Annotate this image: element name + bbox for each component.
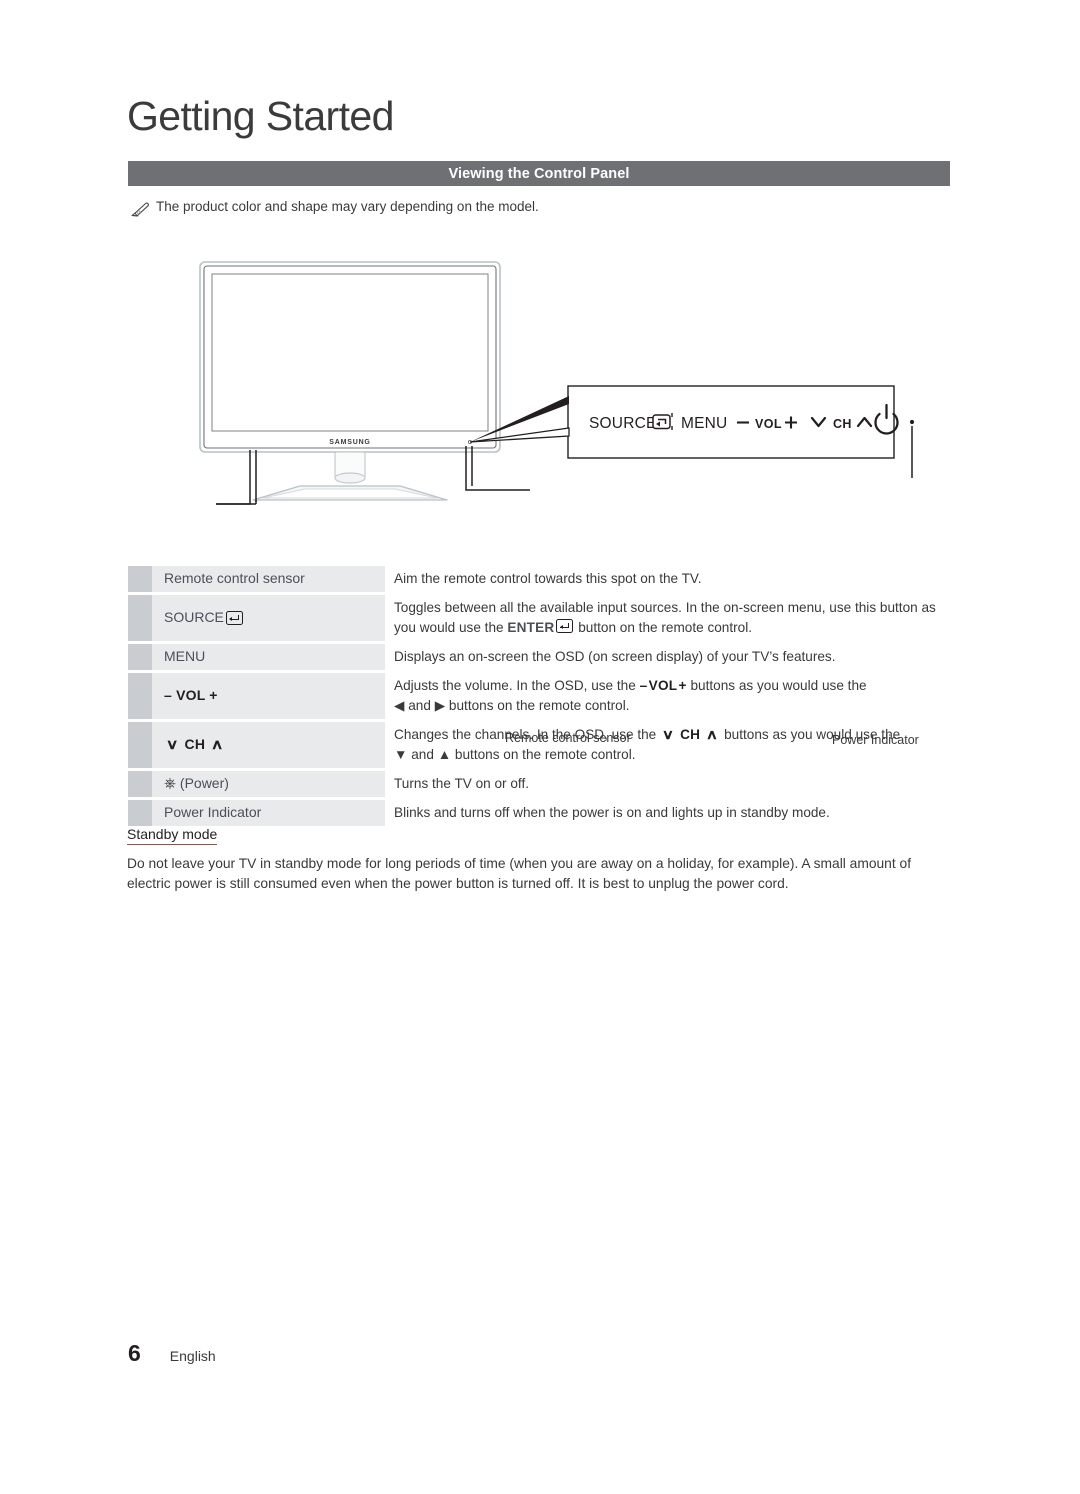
callout-power-indicator-dot — [909, 419, 915, 425]
page-title: Getting Started — [127, 93, 394, 139]
control-label: SOURCE — [152, 595, 385, 641]
row-accent-bar — [128, 566, 152, 592]
control-label: – VOL + — [164, 687, 218, 704]
row-accent-bar — [128, 799, 152, 826]
control-label: ⎈ (Power) — [164, 775, 229, 793]
table-cell-description: Displays an on-screen the OSD (on screen… — [394, 648, 836, 664]
callout-menu-label: MENU — [681, 415, 727, 432]
table-row: SOURCE Toggles between all the available … — [128, 595, 952, 641]
note-row: The product color and shape may vary dep… — [130, 199, 539, 217]
table-cell-control: MENU — [128, 643, 385, 670]
page-number: 6 — [128, 1340, 141, 1366]
control-label: MENU — [164, 648, 206, 665]
standby-mode-body: Do not leave your TV in standby mode for… — [127, 856, 912, 891]
page-footer: 6 English — [128, 1340, 216, 1367]
manual-page: Getting Started Viewing the Control Pane… — [0, 0, 1080, 1494]
footer-language: English — [169, 1348, 216, 1364]
control-panel-spec-table: Remote control sensor Aim the remote cont… — [128, 566, 952, 829]
table-cell-description: Changes the channels. In the OSD, use th… — [394, 726, 901, 762]
table-cell-description: Aim the remote control towards this spot… — [394, 571, 702, 586]
section-header-band: Viewing the Control Panel — [128, 161, 950, 186]
standby-mode-title: Standby mode — [127, 826, 218, 845]
power-icon: ⎈ — [164, 775, 177, 793]
callout-ch-label: CH — [833, 417, 852, 431]
table-row: MENU Displays an on-screen the OSD (on sc… — [128, 643, 952, 670]
table-cell-control: ∨ CH ∧ — [128, 721, 385, 768]
row-accent-bar — [128, 595, 152, 641]
row-accent-bar — [128, 672, 152, 719]
table-cell-description: Toggles between all the available input … — [394, 600, 936, 635]
control-label: Remote control sensor — [164, 570, 305, 587]
table-row: – VOL + Adjusts the volume. In the OSD, u… — [128, 672, 952, 719]
table-row: ∨ CH ∧ Changes the channels. In the OSD, … — [128, 721, 952, 768]
table-row: Power Indicator Blinks and turns off when… — [128, 799, 952, 826]
table-row: ⎈ (Power) Turns the TV on or off. — [128, 770, 952, 797]
row-accent-bar — [128, 643, 152, 670]
table-cell-control: Power Indicator — [128, 799, 385, 826]
row-accent-bar — [128, 721, 152, 768]
control-label: ∨ CH ∧ — [165, 736, 225, 753]
row-accent-bar — [128, 770, 152, 797]
table-cell-description: Blinks and turns off when the power is o… — [394, 804, 830, 820]
section-header-label: Viewing the Control Panel — [448, 165, 630, 182]
table-cell-description: Turns the TV on or off. — [394, 775, 530, 791]
enter-return-icon — [225, 610, 243, 625]
callout-source-label: SOURCE — [589, 415, 657, 432]
standby-mode-block: Standby mode Do not leave your TV in sta… — [127, 826, 955, 894]
table-cell-control: ⎈ (Power) — [128, 770, 385, 797]
table-cell-control: Remote control sensor — [128, 566, 385, 592]
tv-brand-mark: SAMSUNG — [329, 439, 370, 446]
table-row: Remote control sensor Aim the remote cont… — [128, 566, 952, 592]
table-cell-control: SOURCE — [128, 595, 385, 641]
note-text: The product color and shape may vary dep… — [156, 199, 539, 214]
table-cell-control: – VOL + — [128, 672, 385, 719]
control-label: Power Indicator — [164, 804, 262, 821]
callout-vol-label: VOL — [755, 417, 782, 431]
pencil-note-icon — [130, 200, 150, 218]
table-cell-description: Adjusts the volume. In the OSD, use the … — [394, 677, 867, 713]
control-panel-illustration: SAMSUNG SOURCE MENU VOL CH Remote contro… — [0, 250, 1080, 754]
